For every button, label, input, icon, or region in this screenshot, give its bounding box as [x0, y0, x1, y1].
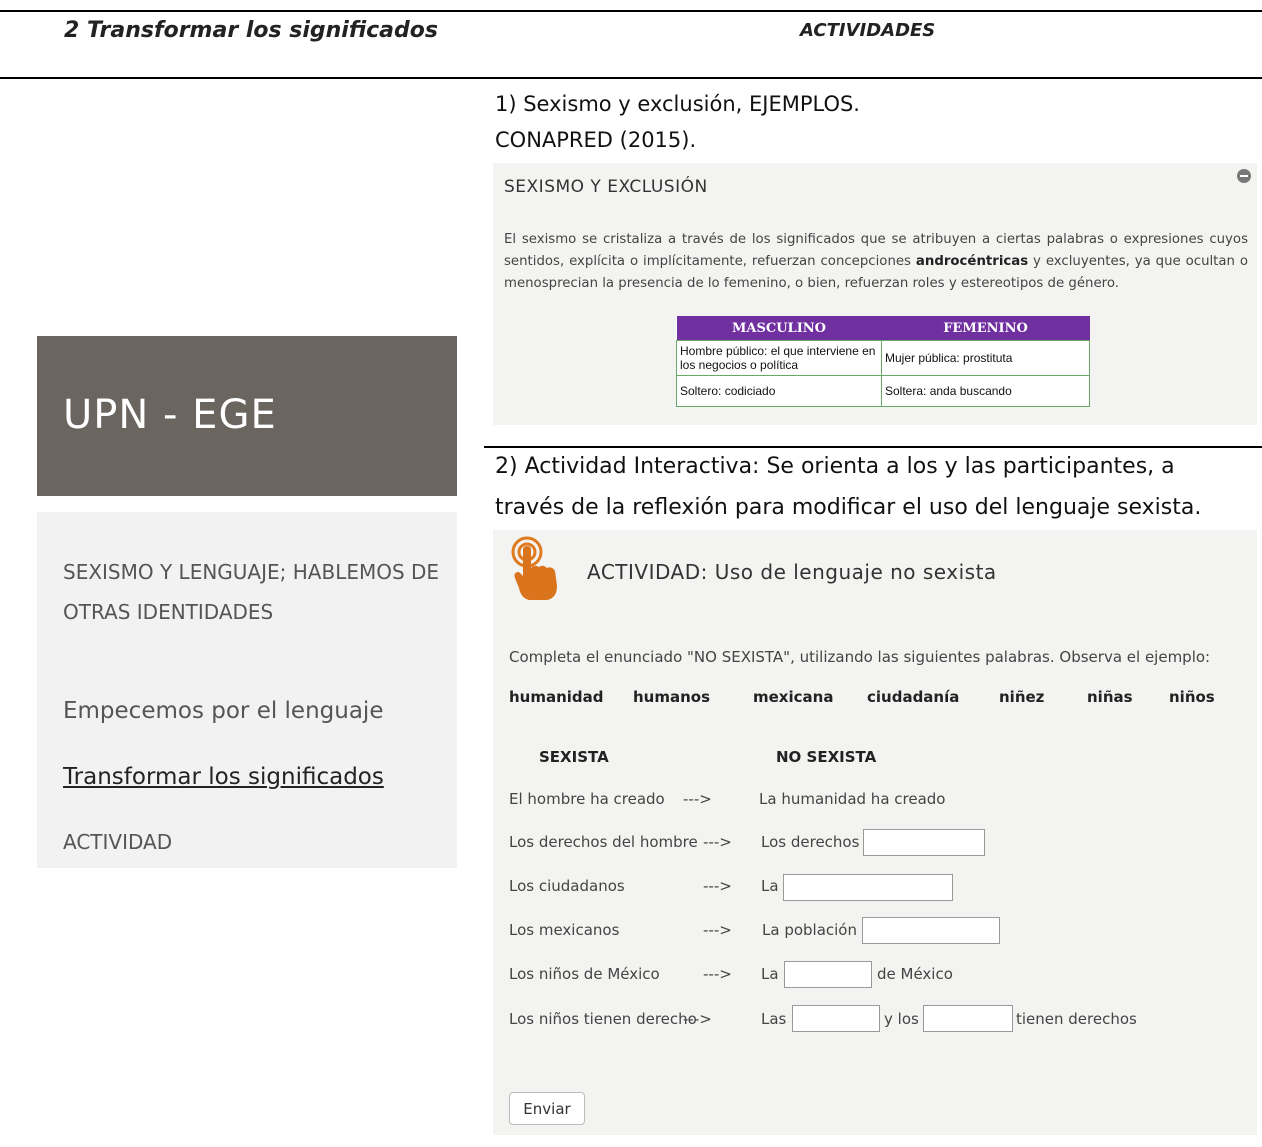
word-option: niños — [1169, 688, 1215, 706]
arrow: ---> — [683, 790, 712, 808]
column-sexista: SEXISTA — [539, 748, 609, 766]
word-option: humanidad — [509, 688, 604, 706]
activity-title: ACTIVIDAD: Uso de lenguaje no sexista — [587, 560, 997, 584]
page-title: 2 Transformar los significados — [64, 18, 438, 43]
section1-source: CONAPRED (2015). — [495, 128, 697, 152]
sidebar-item-transformar[interactable]: Transformar los significados — [63, 764, 384, 790]
sidebar-item-empecemos[interactable]: Empecemos por el lenguaje — [63, 698, 383, 724]
no-sexista-prefix: Las — [761, 1010, 787, 1028]
activity-instructions: Completa el enunciado "NO SEXISTA", util… — [509, 648, 1211, 666]
no-sexista-example: La humanidad ha creado — [759, 790, 946, 808]
table-header: MASCULINO — [676, 316, 882, 341]
section2-rule — [484, 446, 1262, 448]
no-sexista-middle: y los — [884, 1010, 919, 1028]
sexista-phrase: Los mexicanos — [509, 921, 620, 939]
answer-input-ninos[interactable] — [923, 1005, 1013, 1032]
word-option: niñas — [1087, 688, 1133, 706]
answer-input-derechos[interactable] — [863, 829, 985, 856]
panel-title: SEXISMO Y EXCLUSIÓN — [504, 177, 708, 197]
no-sexista-suffix: tienen derechos — [1016, 1010, 1137, 1028]
bold-term: androcéntricas — [915, 254, 1029, 269]
answer-input-ciudadania[interactable] — [783, 874, 953, 901]
brand-title: UPN - EGE — [63, 392, 277, 438]
hand-pointer-icon — [511, 536, 557, 600]
arrow: ---> — [703, 921, 732, 939]
table-cell: Soltero: codiciado — [676, 375, 882, 407]
panel-text: El sexismo se cristaliza a través de los… — [504, 232, 1249, 291]
top-rule — [0, 10, 1262, 12]
arrow: ---> — [703, 833, 732, 851]
no-sexista-prefix: Los derechos — [761, 833, 860, 851]
table-cell: Soltera: anda buscando — [881, 375, 1090, 407]
arrow: ---> — [683, 1010, 712, 1028]
section2-caption-line2: través de la reflexión para modificar el… — [495, 495, 1202, 520]
masculino-femenino-table: MASCULINO FEMENINO Hombre público: el qu… — [676, 316, 1090, 407]
table-row: Soltero: codiciado Soltera: anda buscand… — [676, 375, 1090, 407]
no-sexista-suffix: de México — [877, 965, 953, 983]
submit-button[interactable]: Enviar — [509, 1092, 585, 1125]
sexista-phrase: Los derechos del hombre — [509, 833, 698, 851]
sexista-phrase: Los ciudadanos — [509, 877, 625, 895]
collapse-icon[interactable] — [1237, 169, 1251, 183]
word-option: humanos — [633, 688, 711, 706]
sidebar-item-actividad[interactable]: ACTIVIDAD — [63, 830, 172, 854]
section-heading: ACTIVIDADES — [800, 20, 936, 41]
sexista-phrase: El hombre ha creado — [509, 790, 665, 808]
sexista-phrase: Los niños de México — [509, 965, 660, 983]
sidebar-nav: SEXISMO Y LENGUAJE; HABLEMOS DE OTRAS ID… — [37, 512, 457, 868]
no-sexista-prefix: La — [761, 877, 779, 895]
no-sexista-prefix: La población — [762, 921, 857, 939]
answer-input-ninez[interactable] — [784, 961, 872, 988]
answer-input-mexicana[interactable] — [862, 917, 1000, 944]
arrow: ---> — [703, 877, 732, 895]
table-row: Hombre público: el que interviene en los… — [676, 340, 1090, 376]
table-header: FEMENINO — [881, 316, 1090, 341]
section1-caption: 1) Sexismo y exclusión, EJEMPLOS. — [495, 92, 860, 116]
actividad-panel: ACTIVIDAD: Uso de lenguaje no sexista Co… — [493, 530, 1257, 1135]
word-option: mexicana — [753, 688, 834, 706]
word-option: niñez — [999, 688, 1045, 706]
table-cell: Hombre público: el que interviene en los… — [676, 340, 882, 376]
arrow: ---> — [703, 965, 732, 983]
sexista-phrase: Los niños tienen derecho — [509, 1010, 697, 1028]
section2-caption: 2) Actividad Interactiva: Se orienta a l… — [495, 454, 1175, 479]
sexismo-panel: SEXISMO Y EXCLUSIÓN El sexismo se crista… — [493, 163, 1257, 425]
table-cell: Mujer pública: prostituta — [881, 340, 1090, 376]
column-no-sexista: NO SEXISTA — [776, 748, 877, 766]
answer-input-ninas[interactable] — [792, 1005, 880, 1032]
word-option: ciudadanía — [867, 688, 960, 706]
brand-banner: UPN - EGE — [37, 336, 457, 496]
no-sexista-prefix: La — [761, 965, 779, 983]
sidebar-item-sexismo-lenguaje[interactable]: SEXISMO Y LENGUAJE; HABLEMOS DE OTRAS ID… — [63, 552, 443, 632]
header-bottom-rule — [0, 77, 1262, 79]
